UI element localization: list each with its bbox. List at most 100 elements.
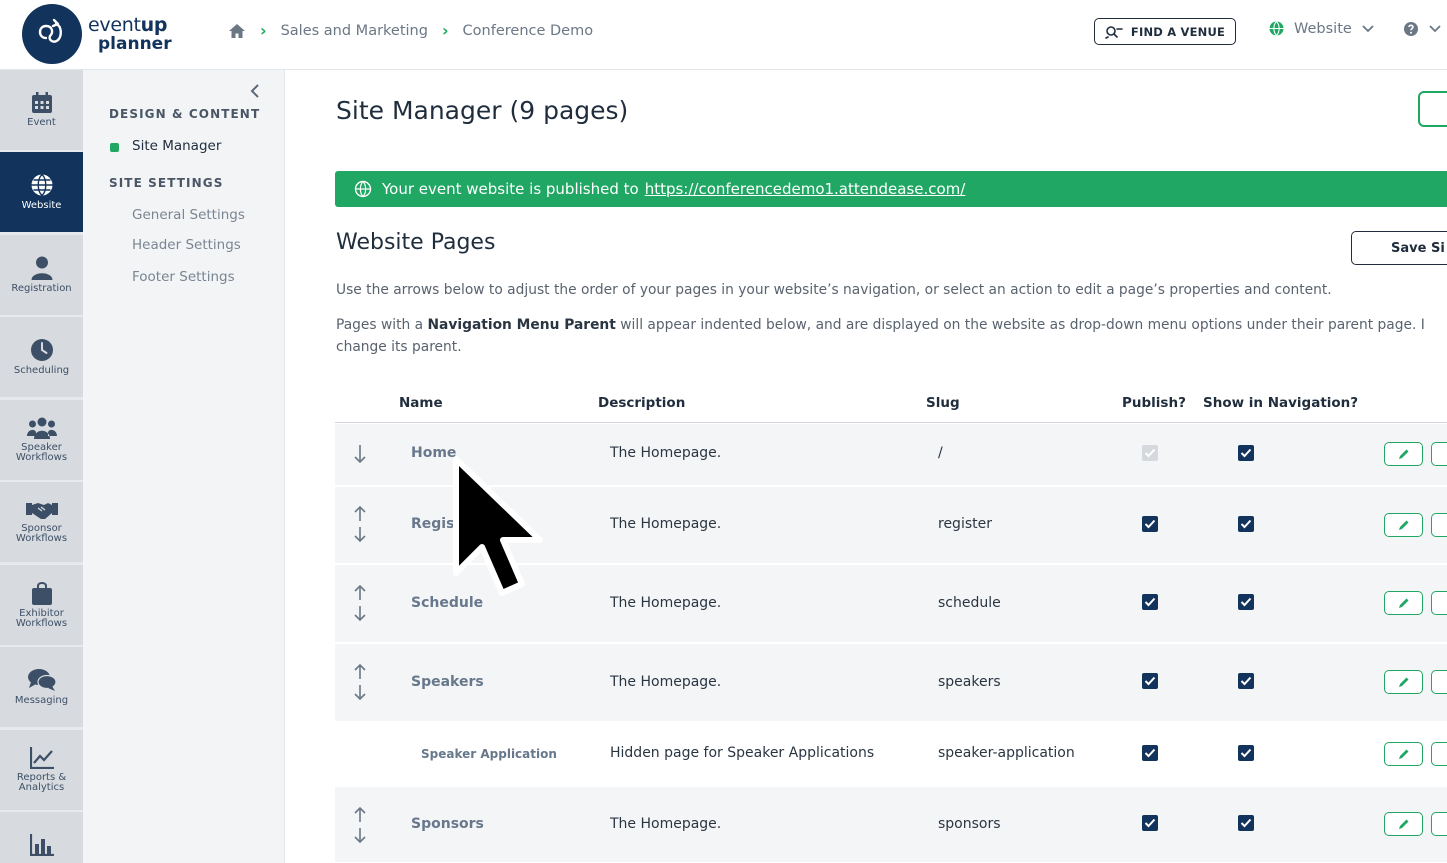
publish-checkbox[interactable] bbox=[1142, 516, 1158, 532]
move-down-arrow-icon[interactable] bbox=[352, 443, 368, 465]
publish-checkbox[interactable] bbox=[1142, 745, 1158, 761]
page-description: Hidden page for Speaker Applications bbox=[610, 745, 875, 761]
eventup-planner-logo[interactable]: eventup planner bbox=[22, 4, 172, 64]
rail-item-event[interactable]: Event bbox=[0, 70, 83, 150]
col-header-description[interactable]: Description bbox=[598, 395, 685, 411]
page-slug: sponsors bbox=[938, 816, 1001, 832]
col-header-name[interactable]: Name bbox=[399, 395, 443, 411]
rail-item-label: Speaker Workflows bbox=[15, 441, 68, 463]
breadcrumb-conference-demo[interactable]: Conference Demo bbox=[463, 23, 594, 39]
page-slug: register bbox=[938, 516, 992, 532]
table-row: Speaker Application Hidden page for Spea… bbox=[335, 723, 1447, 786]
page-actions-button[interactable] bbox=[1431, 812, 1447, 836]
rail-item-messaging[interactable]: Messaging bbox=[0, 647, 83, 727]
show-in-nav-checkbox[interactable] bbox=[1238, 673, 1254, 689]
published-banner: Your event website is published to https… bbox=[335, 171, 1447, 207]
sidebar-item-footer-settings[interactable]: Footer Settings bbox=[132, 269, 235, 285]
edit-page-button[interactable] bbox=[1384, 591, 1423, 615]
breadcrumb-sales-marketing[interactable]: Sales and Marketing bbox=[281, 23, 428, 39]
show-in-nav-checkbox[interactable] bbox=[1238, 815, 1254, 831]
globe-icon bbox=[31, 173, 52, 196]
page-name-link[interactable]: Sponsors bbox=[411, 816, 484, 832]
rail-item-registration[interactable]: Registration bbox=[0, 235, 83, 315]
publish-checkbox bbox=[1142, 445, 1158, 461]
page-actions-button[interactable] bbox=[1431, 670, 1447, 694]
note-text-bold: Navigation Menu Parent bbox=[427, 317, 616, 333]
rail-item-sponsor-workflows[interactable]: Sponsor Workflows bbox=[0, 482, 83, 562]
show-in-nav-checkbox[interactable] bbox=[1238, 445, 1254, 461]
col-header-slug[interactable]: Slug bbox=[926, 395, 960, 411]
check-icon bbox=[1240, 597, 1252, 607]
col-header-publish[interactable]: Publish? bbox=[1122, 395, 1186, 411]
rail-item-speaker-workflows[interactable]: Speaker Workflows bbox=[0, 400, 83, 480]
sidebar-item-general-settings[interactable]: General Settings bbox=[132, 207, 245, 223]
check-icon bbox=[1144, 748, 1156, 758]
logo-word-planner: planner bbox=[98, 33, 172, 54]
table-row: Speakers The Homepage. speakers bbox=[335, 644, 1447, 722]
globe-icon bbox=[354, 180, 372, 198]
module-rail: Event Website Registration Scheduling Sp… bbox=[0, 70, 83, 863]
edit-page-button[interactable] bbox=[1384, 442, 1423, 466]
rail-item-exhibitor-workflows[interactable]: Exhibitor Workflows bbox=[0, 565, 83, 645]
top-action-button[interactable] bbox=[1418, 91, 1447, 127]
move-up-down-arrows-icon[interactable] bbox=[352, 663, 368, 701]
collapse-sidebar-icon[interactable] bbox=[250, 83, 260, 99]
check-icon bbox=[1240, 676, 1252, 686]
rail-item-reports-analytics[interactable]: Reports & Analytics bbox=[0, 730, 83, 810]
site-type-select[interactable]: Website bbox=[1268, 20, 1383, 37]
page-slug: schedule bbox=[938, 595, 1001, 611]
publish-checkbox[interactable] bbox=[1142, 815, 1158, 831]
check-icon bbox=[1144, 818, 1156, 828]
save-sort-button[interactable]: Save Si bbox=[1351, 231, 1447, 265]
breadcrumb-separator-icon: › bbox=[260, 21, 267, 40]
rail-item-label: Scheduling bbox=[13, 364, 70, 376]
find-venue-label: FIND A VENUE bbox=[1130, 24, 1226, 39]
logo-word-up: up bbox=[140, 13, 168, 36]
publish-checkbox[interactable] bbox=[1142, 673, 1158, 689]
show-in-nav-checkbox[interactable] bbox=[1238, 745, 1254, 761]
help-menu[interactable] bbox=[1403, 21, 1441, 37]
page-slug: speaker-application bbox=[938, 745, 1075, 761]
clock-icon bbox=[30, 338, 53, 361]
move-up-down-arrows-icon[interactable] bbox=[352, 806, 368, 844]
check-icon bbox=[1144, 676, 1156, 686]
pencil-icon bbox=[1399, 749, 1409, 759]
publish-checkbox[interactable] bbox=[1142, 594, 1158, 610]
section-title: Website Pages bbox=[336, 230, 496, 255]
banner-text: Your event website is published to bbox=[382, 180, 639, 198]
rail-item-more[interactable] bbox=[0, 812, 83, 863]
rail-item-website[interactable]: Website bbox=[0, 152, 83, 232]
edit-page-button[interactable] bbox=[1384, 513, 1423, 537]
page-actions-button[interactable] bbox=[1431, 742, 1447, 766]
navigation-parent-note: Pages with a Navigation Menu Parent will… bbox=[336, 314, 1425, 336]
pencil-icon bbox=[1399, 677, 1409, 687]
rail-item-label: Messaging bbox=[14, 694, 69, 706]
page-name-link[interactable]: Speakers bbox=[411, 674, 484, 690]
page-description: The Homepage. bbox=[610, 445, 722, 461]
edit-page-button[interactable] bbox=[1384, 742, 1423, 766]
edit-page-button[interactable] bbox=[1384, 670, 1423, 694]
move-up-down-arrows-icon[interactable] bbox=[352, 505, 368, 543]
rail-item-scheduling[interactable]: Scheduling bbox=[0, 317, 83, 397]
sidebar-heading-design-content: DESIGN & CONTENT bbox=[109, 107, 261, 121]
rail-item-label: Reports & Analytics bbox=[16, 771, 67, 793]
show-in-nav-checkbox[interactable] bbox=[1238, 516, 1254, 532]
sidebar-item-header-settings[interactable]: Header Settings bbox=[132, 237, 241, 253]
page-name-link[interactable]: Speaker Application bbox=[421, 747, 557, 761]
show-in-nav-checkbox[interactable] bbox=[1238, 594, 1254, 610]
col-header-show-in-navigation[interactable]: Show in Navigation? bbox=[1203, 395, 1358, 411]
home-icon[interactable] bbox=[228, 23, 246, 39]
navigation-parent-note-continued: change its parent. bbox=[336, 339, 462, 355]
sidebar-item-site-manager[interactable]: Site Manager bbox=[132, 138, 221, 154]
page-actions-button[interactable] bbox=[1431, 442, 1447, 466]
top-bar: eventup planner › Sales and Marketing › … bbox=[0, 0, 1447, 70]
edit-page-button[interactable] bbox=[1384, 812, 1423, 836]
published-url-link[interactable]: https://conferencedemo1.attendease.com/ bbox=[645, 180, 966, 198]
move-up-down-arrows-icon[interactable] bbox=[352, 584, 368, 622]
bar-chart-icon bbox=[29, 834, 54, 856]
page-actions-button[interactable] bbox=[1431, 513, 1447, 537]
chevron-down-icon bbox=[1429, 25, 1441, 33]
instructions-text: Use the arrows below to adjust the order… bbox=[336, 282, 1332, 298]
find-venue-button[interactable]: FIND A VENUE bbox=[1094, 18, 1236, 45]
page-actions-button[interactable] bbox=[1431, 591, 1447, 615]
